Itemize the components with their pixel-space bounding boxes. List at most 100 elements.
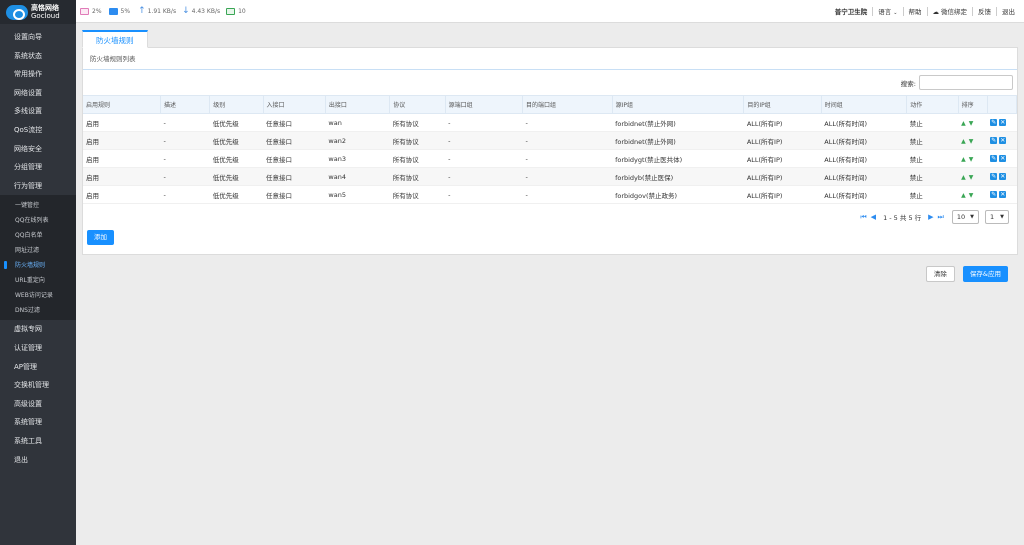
edit-icon[interactable]: ✎	[990, 191, 998, 198]
sidebar-item-group[interactable]: 分组管理	[0, 158, 76, 177]
cell-time: ALL(所有时间)	[821, 131, 907, 150]
submenu-item-7[interactable]: DNS过滤	[0, 303, 76, 318]
sort-cell: ▲▼	[958, 131, 988, 150]
delete-icon[interactable]: ✕	[999, 119, 1007, 126]
move-down-icon[interactable]: ▼	[969, 120, 977, 127]
download-arrow-icon: ↓	[182, 6, 190, 16]
cell-out: wan5	[325, 185, 390, 204]
cell-time: ALL(所有时间)	[821, 149, 907, 168]
cell-enabled: 启用	[83, 131, 161, 150]
move-down-icon[interactable]: ▼	[969, 174, 977, 181]
sidebar-item-exit[interactable]: 退出	[0, 451, 76, 470]
submenu-item-2[interactable]: QQ白名单	[0, 228, 76, 243]
monitor-icon	[226, 7, 236, 15]
move-down-icon[interactable]: ▼	[969, 192, 977, 199]
language-menu[interactable]: 语言 ⌄	[873, 6, 902, 16]
submenu-item-6[interactable]: WEB访问记录	[0, 288, 76, 303]
move-up-icon[interactable]: ▲	[961, 192, 969, 199]
logout-link[interactable]: 退出	[997, 6, 1020, 16]
sidebar-item-security[interactable]: 网络安全	[0, 140, 76, 159]
cell-level: 低优先级	[209, 149, 264, 168]
edit-icon[interactable]: ✎	[990, 155, 998, 162]
table-row: 启用 - 低优先级 任意接口 wan 所有协议 - - forbidnet(禁止外网) ALL(所…	[83, 113, 1017, 132]
help-link[interactable]: 帮助	[904, 6, 927, 16]
cell-desc: -	[160, 113, 210, 132]
sidebar-item-tools[interactable]: 系统工具	[0, 432, 76, 451]
brand-logo: 高恪网络 Gocloud	[0, 0, 76, 24]
edit-icon[interactable]: ✎	[990, 119, 998, 126]
move-up-icon[interactable]: ▲	[961, 174, 969, 181]
sidebar-item-ap[interactable]: AP管理	[0, 358, 76, 377]
search-input[interactable]	[919, 75, 1013, 90]
upload-arrow-icon: ↑	[138, 6, 146, 16]
cell-in: 任意接口	[263, 113, 326, 132]
sidebar-item-wizard[interactable]: 设置向导	[0, 28, 76, 47]
move-up-icon[interactable]: ▲	[961, 138, 969, 145]
cpu-value: 2%	[92, 7, 102, 15]
page-number-select[interactable]: 1 ▼	[985, 210, 1009, 224]
sidebar-item-network[interactable]: 网络设置	[0, 84, 76, 103]
cell-proto: 所有协议	[389, 113, 446, 132]
cell-out: wan2	[325, 131, 390, 150]
sidebar-item-operations[interactable]: 常用操作	[0, 65, 76, 84]
submenu-item-0[interactable]: 一键管控	[0, 198, 76, 213]
actions-cell: ✎ ✕	[987, 185, 1017, 204]
panel-title: 防火墙规则列表	[83, 48, 1017, 70]
page-size-value: 10	[956, 213, 966, 221]
move-down-icon[interactable]: ▼	[969, 138, 977, 145]
sort-cell: ▲▼	[958, 185, 988, 204]
sidebar-item-switch[interactable]: 交换机管理	[0, 376, 76, 395]
tab-firewall-rules[interactable]: 防火墙规则	[82, 30, 148, 48]
submenu-item-3[interactable]: 网址过滤	[0, 243, 76, 258]
sidebar-item-system[interactable]: 系统管理	[0, 413, 76, 432]
edit-icon[interactable]: ✎	[990, 173, 998, 180]
column-header	[987, 95, 1018, 114]
delete-icon[interactable]: ✕	[999, 155, 1007, 162]
feedback-link[interactable]: 反馈	[973, 6, 996, 16]
devices-value: 10	[238, 7, 246, 15]
submenu-item-5[interactable]: URL重定向	[0, 273, 76, 288]
submenu-item-4[interactable]: 防火墙规则	[0, 258, 76, 273]
move-down-icon[interactable]: ▼	[969, 156, 977, 163]
column-header: 目的端口组	[522, 95, 613, 114]
cell-action: 禁止	[906, 113, 959, 132]
delete-icon[interactable]: ✕	[999, 191, 1007, 198]
sidebar-item-qos[interactable]: QoS流控	[0, 121, 76, 140]
first-page-icon[interactable]: ⏮	[860, 213, 866, 222]
delete-icon[interactable]: ✕	[999, 173, 1007, 180]
sidebar-item-behavior[interactable]: 行为管理	[0, 177, 76, 196]
table-row: 启用 - 低优先级 任意接口 wan4 所有协议 - - forbidyb(禁止医保) ALL(所…	[83, 167, 1017, 186]
cell-out: wan4	[325, 167, 390, 186]
submenu-item-1[interactable]: QQ在线列表	[0, 213, 76, 228]
delete-icon[interactable]: ✕	[999, 137, 1007, 144]
cell-src-port: -	[445, 149, 523, 168]
save-apply-button[interactable]: 保存&应用	[962, 266, 1008, 282]
wechat-bind-link[interactable]: ☁ 微信绑定	[928, 6, 973, 16]
clear-button[interactable]: 清除	[925, 266, 955, 282]
edit-icon[interactable]: ✎	[990, 137, 998, 144]
brand-name-en: Gocloud	[31, 12, 60, 20]
cpu-icon	[80, 7, 89, 15]
sidebar-item-status[interactable]: 系统状态	[0, 47, 76, 66]
move-up-icon[interactable]: ▲	[961, 120, 969, 127]
prev-page-icon[interactable]: ◀	[871, 213, 876, 221]
column-header: 源IP组	[612, 95, 745, 114]
sidebar-item-auth[interactable]: 认证管理	[0, 339, 76, 358]
cell-desc: -	[160, 185, 210, 204]
page-size-select[interactable]: 10 ▼	[951, 210, 979, 224]
cell-enabled: 启用	[83, 185, 161, 204]
column-header: 协议	[389, 95, 446, 114]
move-up-icon[interactable]: ▲	[961, 156, 969, 163]
tab-bar: 防火墙规则	[82, 30, 1018, 48]
cell-src-port: -	[445, 167, 523, 186]
cell-src-port: -	[445, 185, 523, 204]
cell-src-port: -	[445, 113, 523, 132]
sidebar-item-advanced[interactable]: 高级设置	[0, 395, 76, 414]
add-rule-button[interactable]: 添加	[87, 230, 114, 245]
column-header: 源端口组	[445, 95, 524, 114]
last-page-icon[interactable]: ⏭	[938, 213, 944, 222]
table-header-row: 启用规则 描述 级别 入接口 出接口 协议 源端口组 目的端口组 源IP组 目的IP组 时间组 动作排…	[83, 95, 1018, 114]
sidebar-item-vpn[interactable]: 虚拟专网	[0, 320, 76, 339]
sidebar-item-multiline[interactable]: 多线设置	[0, 102, 76, 121]
next-page-icon[interactable]: ▶	[928, 213, 933, 221]
